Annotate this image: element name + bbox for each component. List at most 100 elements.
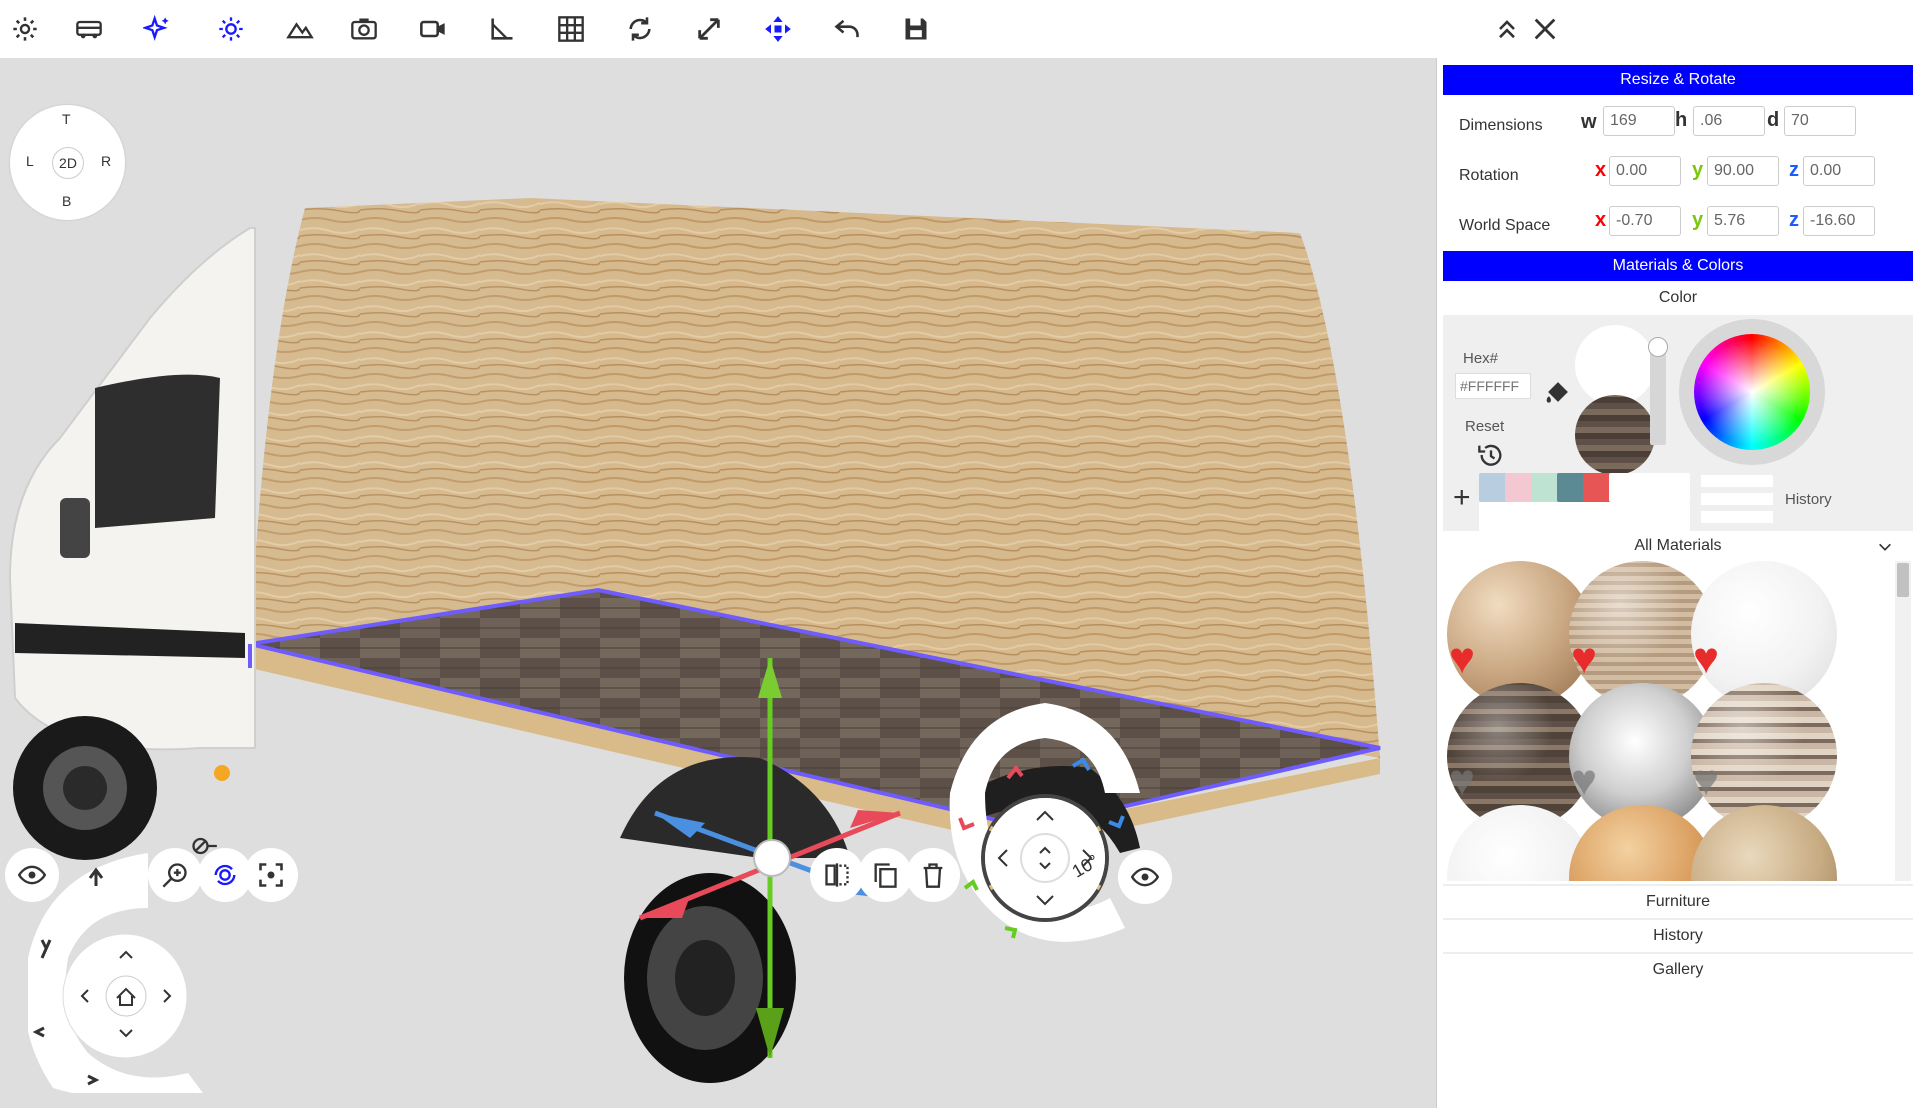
measure-icon: [491, 18, 513, 40]
view-2d-toggle[interactable]: 2D: [52, 147, 84, 179]
brightness-slider[interactable]: [1650, 345, 1666, 445]
favorite-heart-icon[interactable]: ♥: [1693, 637, 1719, 681]
material-wicker[interactable]: [1691, 805, 1837, 881]
unfavorited-heart-icon[interactable]: ♥: [1449, 759, 1475, 803]
materials-scrollbar-thumb[interactable]: [1897, 563, 1909, 597]
undo-icon: [834, 19, 859, 38]
camera-button[interactable]: [339, 5, 389, 53]
swatch-15[interactable]: [1635, 502, 1664, 531]
swatch-11[interactable]: [1531, 502, 1560, 531]
3d-viewport[interactable]: T L R B 2D 10°: [0, 58, 1436, 1108]
favorite-heart-icon[interactable]: ♥: [1449, 637, 1475, 681]
camera-icon: [351, 18, 377, 40]
world-z-label: z: [1789, 209, 1799, 231]
materials-colors-header[interactable]: Materials & Colors: [1443, 251, 1913, 281]
view-visibility-button[interactable]: [1118, 850, 1172, 904]
favorite-heart-icon[interactable]: ♥: [1571, 637, 1597, 681]
swatch-7[interactable]: [1635, 473, 1664, 502]
rotation-x-field[interactable]: 0.00: [1609, 156, 1681, 186]
settings-icon: [13, 17, 37, 41]
lighting-button[interactable]: [206, 5, 256, 53]
materials-grid: ♥ ♥ ♥ ♥ ♥ ♥: [1443, 561, 1913, 881]
video-button[interactable]: [408, 5, 458, 53]
grid-button[interactable]: [546, 5, 596, 53]
swatch-8[interactable]: [1661, 473, 1690, 502]
resize-button[interactable]: [684, 5, 734, 53]
depth-field[interactable]: 70: [1784, 106, 1856, 136]
history-swatch-2[interactable]: [1701, 493, 1773, 505]
grid-icon: [558, 16, 584, 42]
close-button[interactable]: [1520, 5, 1570, 53]
add-swatch-button[interactable]: +: [1453, 483, 1471, 513]
world-x-field[interactable]: -0.70: [1609, 206, 1681, 236]
effects-button[interactable]: [132, 5, 182, 53]
focus-button[interactable]: [244, 848, 298, 902]
measure-button[interactable]: [477, 5, 527, 53]
view-bottom[interactable]: B: [62, 193, 71, 209]
swatch-3[interactable]: [1531, 473, 1560, 502]
reset-history-icon[interactable]: [1477, 441, 1505, 469]
hex-label: Hex#: [1463, 350, 1499, 367]
rotate-button[interactable]: [615, 5, 665, 53]
hex-input[interactable]: [1455, 373, 1531, 399]
history-section[interactable]: History: [1443, 918, 1913, 952]
settings-button[interactable]: [0, 5, 50, 53]
width-field[interactable]: 169: [1603, 106, 1675, 136]
swatch-14[interactable]: [1609, 502, 1638, 531]
duplicate-icon: [874, 863, 897, 888]
duplicate-button[interactable]: [858, 848, 912, 902]
swatch-16[interactable]: [1661, 502, 1690, 531]
swatch-9[interactable]: [1479, 502, 1508, 531]
world-z-field[interactable]: -16.60: [1803, 206, 1875, 236]
terrain-button[interactable]: [275, 5, 325, 53]
history-swatch-1[interactable]: [1701, 475, 1773, 487]
height-field[interactable]: .06: [1693, 106, 1765, 136]
sun-icon: [219, 17, 243, 41]
brightness-slider-thumb[interactable]: [1648, 337, 1668, 357]
world-y-field[interactable]: 5.76: [1707, 206, 1779, 236]
gallery-section[interactable]: Gallery: [1443, 952, 1913, 986]
swatch-2[interactable]: [1505, 473, 1534, 502]
swatch-12[interactable]: [1557, 502, 1586, 531]
rotation-y-field[interactable]: 90.00: [1707, 156, 1779, 186]
materials-dropdown[interactable]: All Materials: [1443, 531, 1913, 561]
swatch-13[interactable]: [1583, 502, 1612, 531]
swatch-1[interactable]: [1479, 473, 1508, 502]
swatch-10[interactable]: [1505, 502, 1534, 531]
resize-rotate-header[interactable]: Resize & Rotate: [1443, 65, 1913, 95]
color-wheel[interactable]: [1679, 319, 1825, 465]
move-icon: [765, 16, 791, 42]
rotation-dial[interactable]: [945, 698, 1145, 958]
focus-icon: [259, 863, 283, 887]
unfavorited-heart-icon[interactable]: ♥: [1693, 759, 1719, 803]
materials-scrollbar[interactable]: [1895, 561, 1911, 881]
resize-icon: [698, 18, 720, 40]
move-button[interactable]: [753, 5, 803, 53]
swatch-4[interactable]: [1557, 473, 1586, 502]
visibility-button[interactable]: [5, 848, 59, 902]
height-axis-label: h: [1675, 109, 1688, 131]
top-toolbar: [0, 0, 1916, 58]
mirror-button[interactable]: [810, 848, 864, 902]
sparkle-icon: [143, 15, 169, 41]
paint-bucket-icon[interactable]: [1541, 375, 1575, 409]
furniture-section[interactable]: Furniture: [1443, 884, 1913, 918]
view-cube[interactable]: T L R B 2D: [10, 105, 125, 220]
save-button[interactable]: [891, 5, 941, 53]
rotation-y-label: y: [1692, 159, 1704, 181]
swatch-5[interactable]: [1583, 473, 1612, 502]
unfavorited-heart-icon[interactable]: ♥: [1571, 759, 1597, 803]
history-swatch-3[interactable]: [1701, 511, 1773, 523]
video-icon: [420, 20, 445, 38]
view-left[interactable]: L: [26, 153, 34, 169]
view-right[interactable]: R: [101, 153, 111, 169]
undo-button[interactable]: [822, 5, 872, 53]
view-top[interactable]: T: [62, 111, 71, 127]
swatch-6[interactable]: [1609, 473, 1638, 502]
save-icon: [905, 18, 927, 40]
rotation-z-field[interactable]: 0.00: [1803, 156, 1875, 186]
dimensions-label: Dimensions: [1459, 117, 1543, 134]
mirror-icon: [825, 863, 849, 887]
chevron-down-icon: [1879, 543, 1891, 551]
van-button[interactable]: [64, 5, 114, 53]
